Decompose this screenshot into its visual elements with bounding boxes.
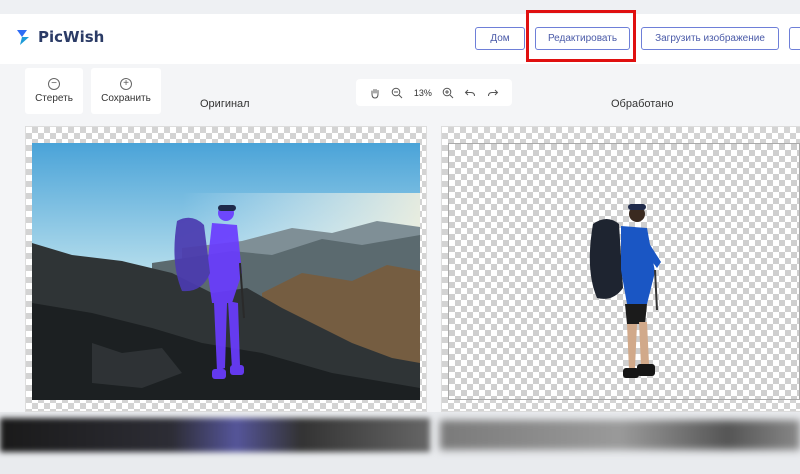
blurred-overlay-left (0, 418, 430, 452)
save-tool-label: Сохранить (101, 93, 151, 104)
blurred-overlay-right (440, 420, 800, 450)
picwish-logo-icon (17, 30, 29, 45)
highlight-frame (526, 10, 636, 62)
erase-tool-button[interactable]: − Стереть (25, 68, 83, 114)
undo-icon[interactable] (464, 87, 476, 99)
zoom-level: 13% (413, 87, 432, 98)
plus-circle-icon: + (120, 78, 132, 90)
processed-label: Обработано (611, 98, 674, 110)
erase-tool-label: Стереть (35, 93, 73, 104)
hand-icon[interactable] (369, 87, 381, 99)
nav-more-button[interactable] (789, 27, 800, 50)
window-top-band (0, 0, 800, 14)
redo-icon[interactable] (487, 87, 499, 99)
zoom-in-icon[interactable] (442, 87, 454, 99)
minus-circle-icon: − (48, 78, 60, 90)
brand-logo[interactable]: PicWish (14, 28, 104, 46)
cutout-hiker-image (589, 204, 661, 378)
brand-name: PicWish (38, 28, 105, 46)
original-label: Оригинал (200, 98, 250, 110)
nav-home-button[interactable]: Дом (475, 27, 525, 50)
zoom-out-icon[interactable] (391, 87, 403, 99)
save-tool-button[interactable]: + Сохранить (91, 68, 161, 114)
zoom-toolbar: 13% (356, 79, 512, 106)
original-image[interactable] (32, 143, 420, 400)
nav-upload-button[interactable]: Загрузить изображение (641, 27, 779, 50)
